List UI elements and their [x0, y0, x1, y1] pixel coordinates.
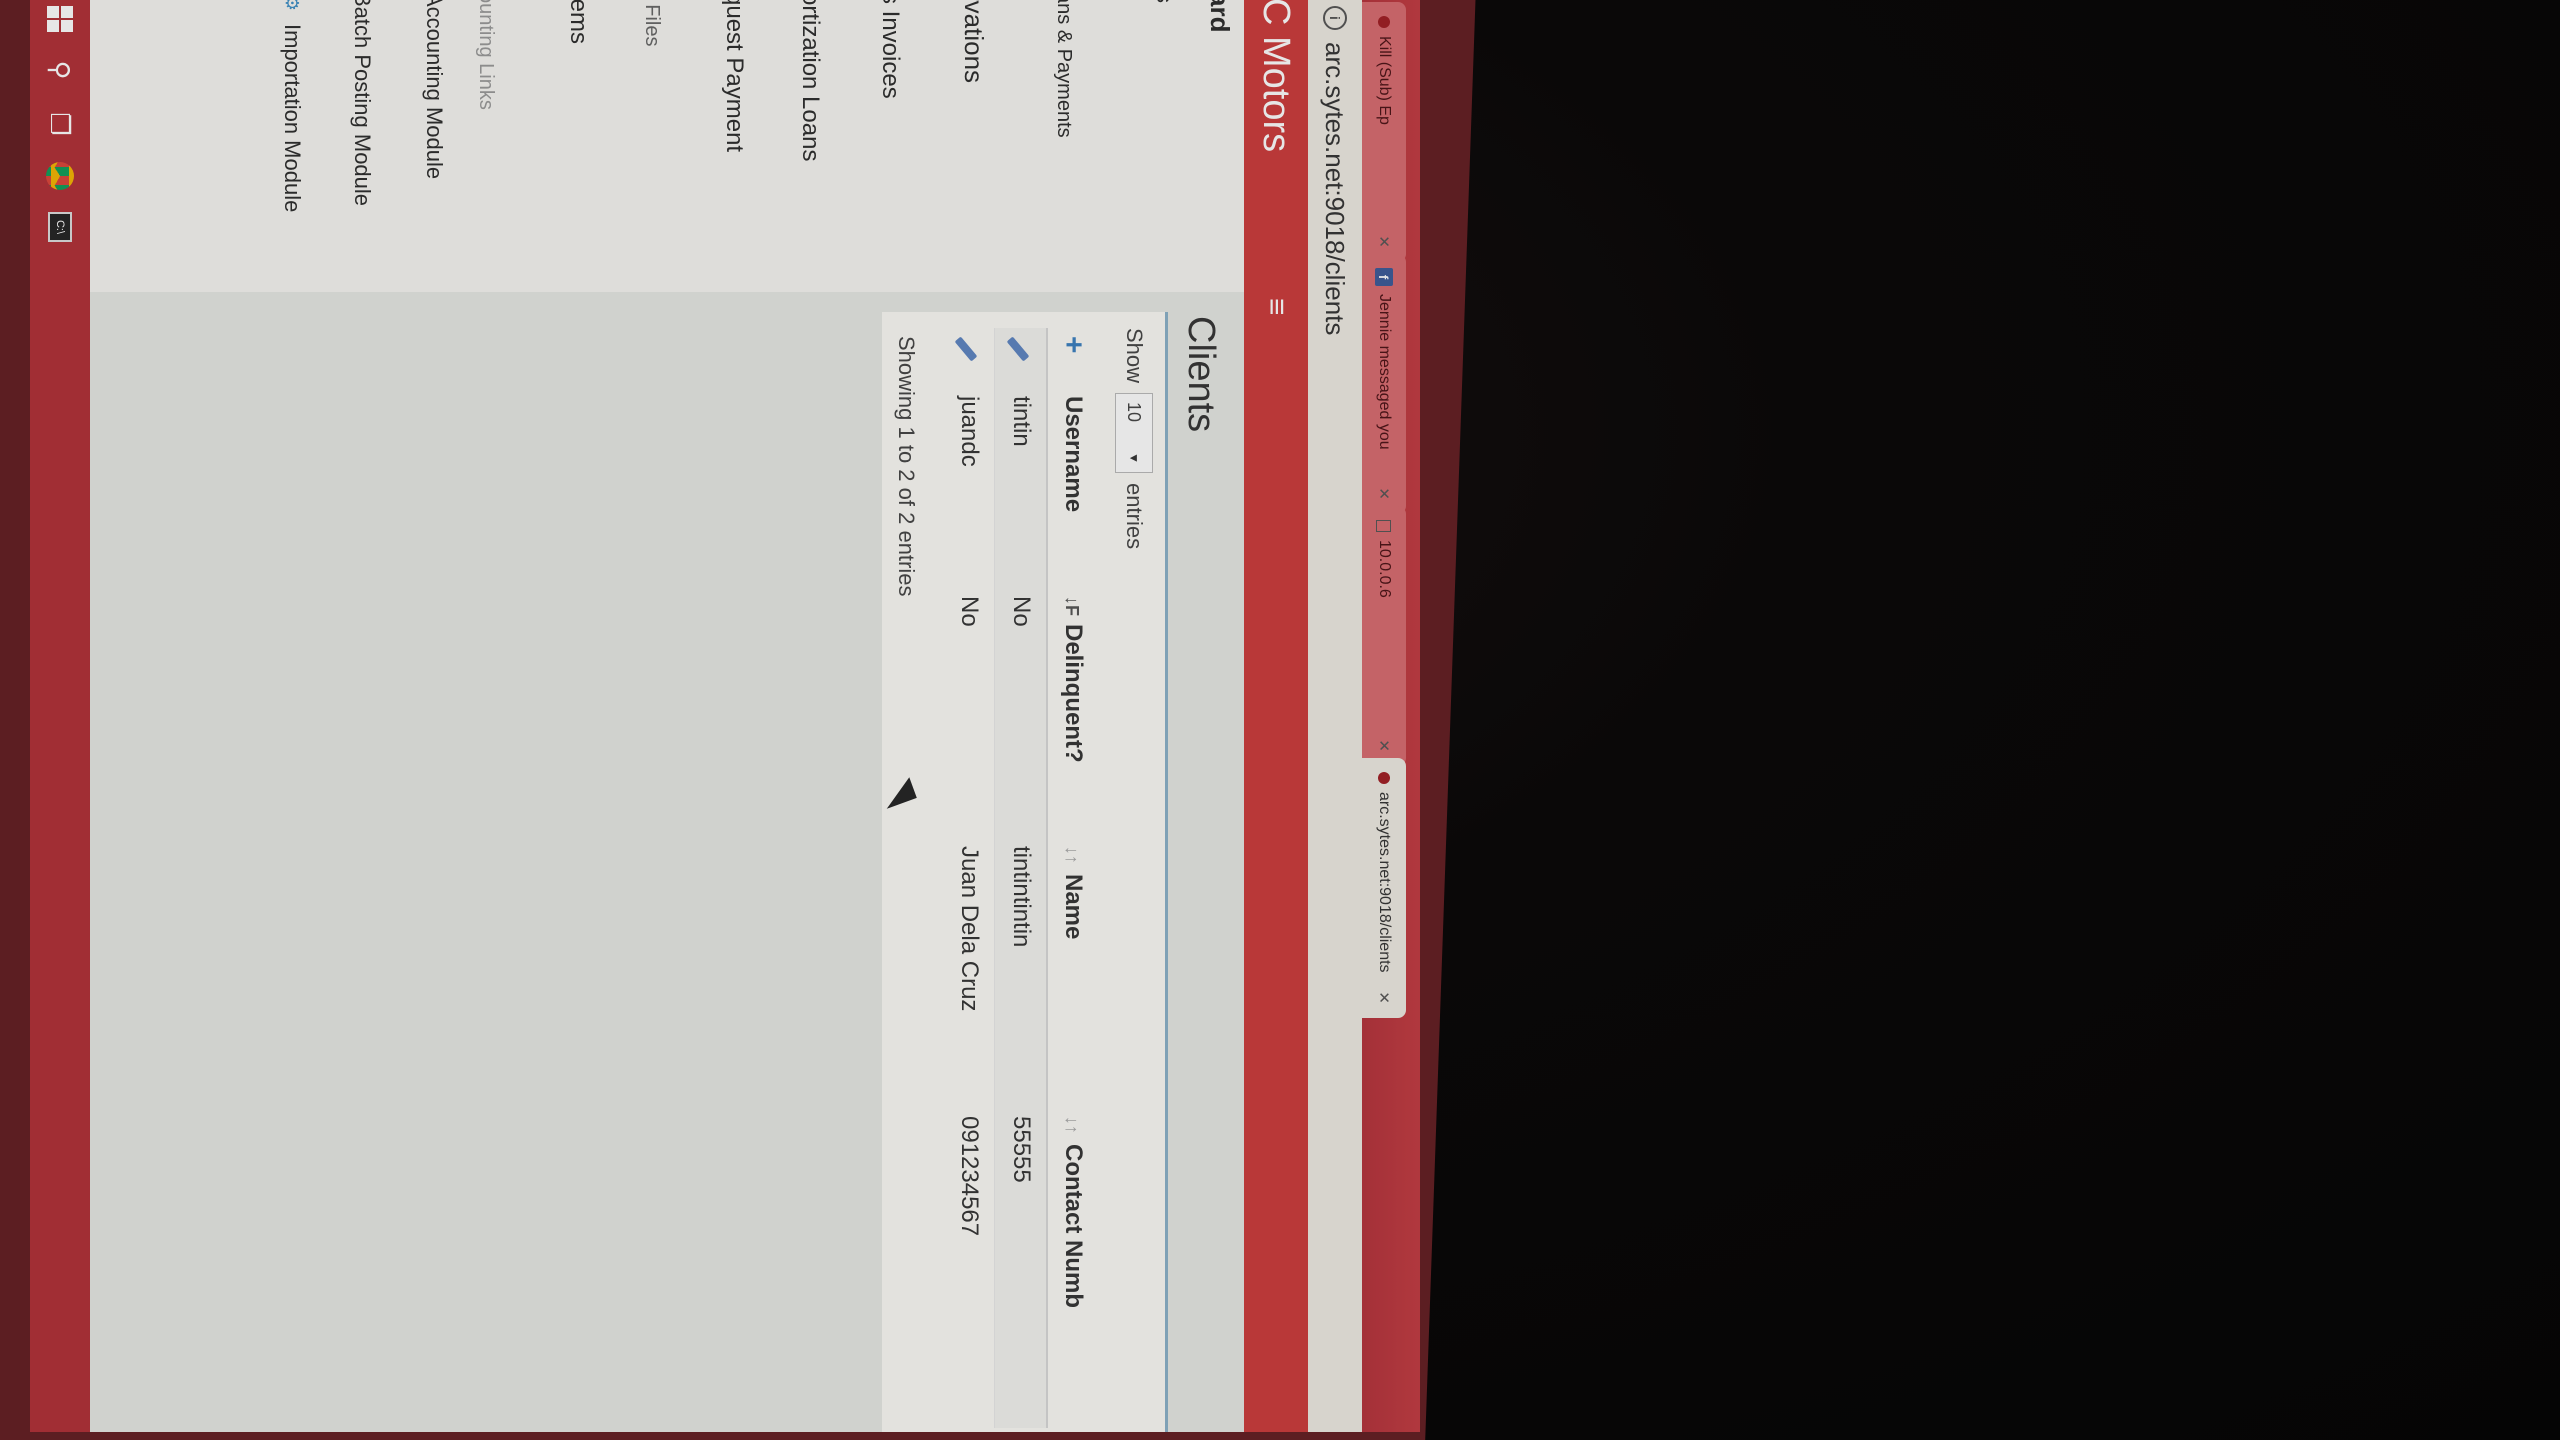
cell-name: tintintintin	[995, 838, 1047, 1108]
sidebar-item-label: r Files	[641, 0, 664, 47]
tab-title: arc.sytes.net:9018/clients	[1376, 792, 1393, 973]
sidebar-item-items[interactable]: tems	[558, 0, 598, 292]
task-view-icon[interactable]: ❐	[45, 108, 76, 140]
url-text[interactable]: arc.sytes.net:9018/clients	[1320, 42, 1351, 335]
entries-per-page-select[interactable]: 10 ▼	[1115, 393, 1153, 474]
sidebar-item-accounting-module[interactable]: Accounting Module	[414, 0, 454, 292]
cell-contact: 091234567	[943, 1108, 995, 1428]
sidebar-item-loans-payments[interactable]: ans & Payments	[1044, 0, 1084, 292]
chrome-icon[interactable]	[46, 162, 74, 190]
sidebar-item-label: quest Payment	[721, 0, 748, 153]
table-row: tintin No tintintintin 55555	[995, 328, 1047, 1428]
document-icon	[1376, 520, 1392, 532]
clients-panel: Show 10 ▼ entries + Username ↓F Delinquen…	[882, 312, 1168, 1432]
browser-tab[interactable]: f Jennie messaged you ✕	[1362, 254, 1406, 514]
sidebar-item-batch-posting-module[interactable]: Batch Posting Module	[342, 0, 382, 292]
page-title: Clients	[1180, 316, 1222, 433]
chevron-down-icon: ▼	[1127, 452, 1141, 465]
column-header-label: Contact Numb	[1060, 1144, 1088, 1308]
sidebar-item-label: ard	[1205, 0, 1236, 33]
red-dot-icon	[1378, 16, 1390, 28]
info-icon[interactable]: i	[1323, 6, 1347, 30]
sidebar-item-files[interactable]: r Files	[632, 0, 672, 292]
close-icon[interactable]: ✕	[1375, 487, 1393, 500]
pencil-icon[interactable]	[1006, 336, 1030, 362]
table-header-row: + Username ↓F Delinquent? ↓↑ Name ↓↑ Contac…	[1047, 328, 1099, 1428]
sidebar-item-reservations[interactable]: rvations	[954, 0, 994, 292]
column-header-label: Username	[1060, 396, 1088, 513]
sidebar-item-invoices[interactable]: s Invoices	[870, 0, 910, 292]
sidebar-item-importation-module[interactable]: ⚙ Importation Module	[272, 0, 312, 292]
sidebar-item-label: Batch Posting Module	[350, 0, 375, 207]
edit-cell	[943, 328, 995, 388]
pencil-icon[interactable]	[954, 336, 978, 362]
table-row: juandc No Juan Dela Cruz 091234567	[943, 328, 995, 1428]
sort-icon: ↓F	[1062, 596, 1083, 616]
sort-icon: ↓↑	[1062, 846, 1083, 864]
sidebar-header-accounting-links: ounting Links	[466, 0, 506, 292]
sort-icon: ↓↑	[1062, 1116, 1083, 1134]
app-header: C Motors ≡	[1244, 0, 1308, 1432]
sidebar-item-label: Importation Module	[280, 24, 305, 213]
browser-tab[interactable]: Kill (Sub) Ep ✕	[1362, 2, 1406, 262]
cell-delinquent: No	[995, 588, 1047, 838]
length-suffix-label: entries	[1122, 483, 1147, 550]
column-header-delinquent[interactable]: ↓F Delinquent?	[1047, 588, 1099, 838]
tab-title: Jennie messaged you	[1376, 294, 1393, 450]
length-prefix-label: Show	[1122, 328, 1147, 384]
sidebar-item-label: ans & Payments	[1053, 0, 1076, 138]
entries-per-page-value: 10	[1124, 402, 1145, 423]
column-header-label: Name	[1060, 874, 1088, 940]
red-dot-icon	[1378, 772, 1390, 784]
add-client-cell: +	[1047, 328, 1099, 388]
sidebar-item-dashboard[interactable]: ard	[1200, 0, 1240, 292]
command-prompt-icon[interactable]: C:\	[48, 212, 72, 242]
cell-username: juandc	[943, 388, 995, 588]
column-header-name[interactable]: ↓↑ Name	[1047, 838, 1099, 1108]
sidebar-item-label: s Invoices	[877, 0, 904, 99]
cell-username: tintin	[995, 388, 1047, 588]
close-icon[interactable]: ✕	[1375, 991, 1393, 1004]
facebook-icon: f	[1375, 268, 1393, 286]
sidebar-item-label: tems	[565, 0, 592, 45]
sidebar-item-label: rvations	[959, 0, 990, 84]
edit-cell	[995, 328, 1047, 388]
column-header-label: Delinquent?	[1060, 624, 1088, 763]
address-bar[interactable]: i arc.sytes.net:9018/clients	[1308, 0, 1362, 1432]
browser-tab-strip: Kill (Sub) Ep ✕ f Jennie messaged you ✕ …	[1362, 0, 1420, 1432]
tab-title: 10.0.0.6	[1376, 540, 1393, 598]
main-content: Clients Show 10 ▼ entries + Username ↓F D…	[30, 292, 1244, 1432]
table-info-text: Showing 1 to 2 of 2 entries	[894, 336, 919, 597]
menu-toggle-icon[interactable]: ≡	[1259, 298, 1293, 316]
windows-start-icon[interactable]	[47, 6, 73, 32]
entries-length-control: Show 10 ▼ entries	[1115, 328, 1153, 549]
sidebar-item-label: ortization Loans	[797, 0, 824, 162]
cell-name: Juan Dela Cruz	[943, 838, 995, 1108]
browser-tab[interactable]: 10.0.0.6 ✕	[1362, 506, 1406, 766]
cell-contact: 55555	[995, 1108, 1047, 1428]
add-icon[interactable]: +	[1058, 336, 1091, 354]
sidebar-item-label: Accounting Module	[422, 0, 447, 180]
clients-table: + Username ↓F Delinquent? ↓↑ Name ↓↑ Contac…	[943, 328, 1099, 1428]
gear-icon: ⚙	[282, 0, 303, 12]
windows-taskbar: ⚲ ❐ C:\	[30, 0, 90, 1432]
monitor-screen: Kill (Sub) Ep ✕ f Jennie messaged you ✕ …	[30, 0, 1420, 1432]
sidebar-item-amortization-loans[interactable]: ortization Loans	[790, 0, 830, 292]
sidebar-item[interactable]: s	[1144, 0, 1184, 292]
sidebar-item-label: ounting Links	[475, 0, 498, 110]
column-header-username[interactable]: Username	[1047, 388, 1099, 588]
close-icon[interactable]: ✕	[1375, 739, 1393, 752]
search-icon[interactable]: ⚲	[45, 54, 76, 86]
cell-delinquent: No	[943, 588, 995, 838]
browser-tab-active[interactable]: arc.sytes.net:9018/clients ✕	[1362, 758, 1406, 1018]
brand-logo-text[interactable]: C Motors	[1255, 0, 1298, 292]
close-icon[interactable]: ✕	[1375, 235, 1393, 248]
column-header-contact[interactable]: ↓↑ Contact Numb	[1047, 1108, 1099, 1428]
tab-title: Kill (Sub) Ep	[1376, 36, 1393, 125]
sidebar: ard s ans & Payments rvations s Invoices…	[30, 0, 1244, 292]
sidebar-item-request-payment[interactable]: quest Payment	[714, 0, 754, 292]
sidebar-item-label: s	[1151, 0, 1177, 3]
